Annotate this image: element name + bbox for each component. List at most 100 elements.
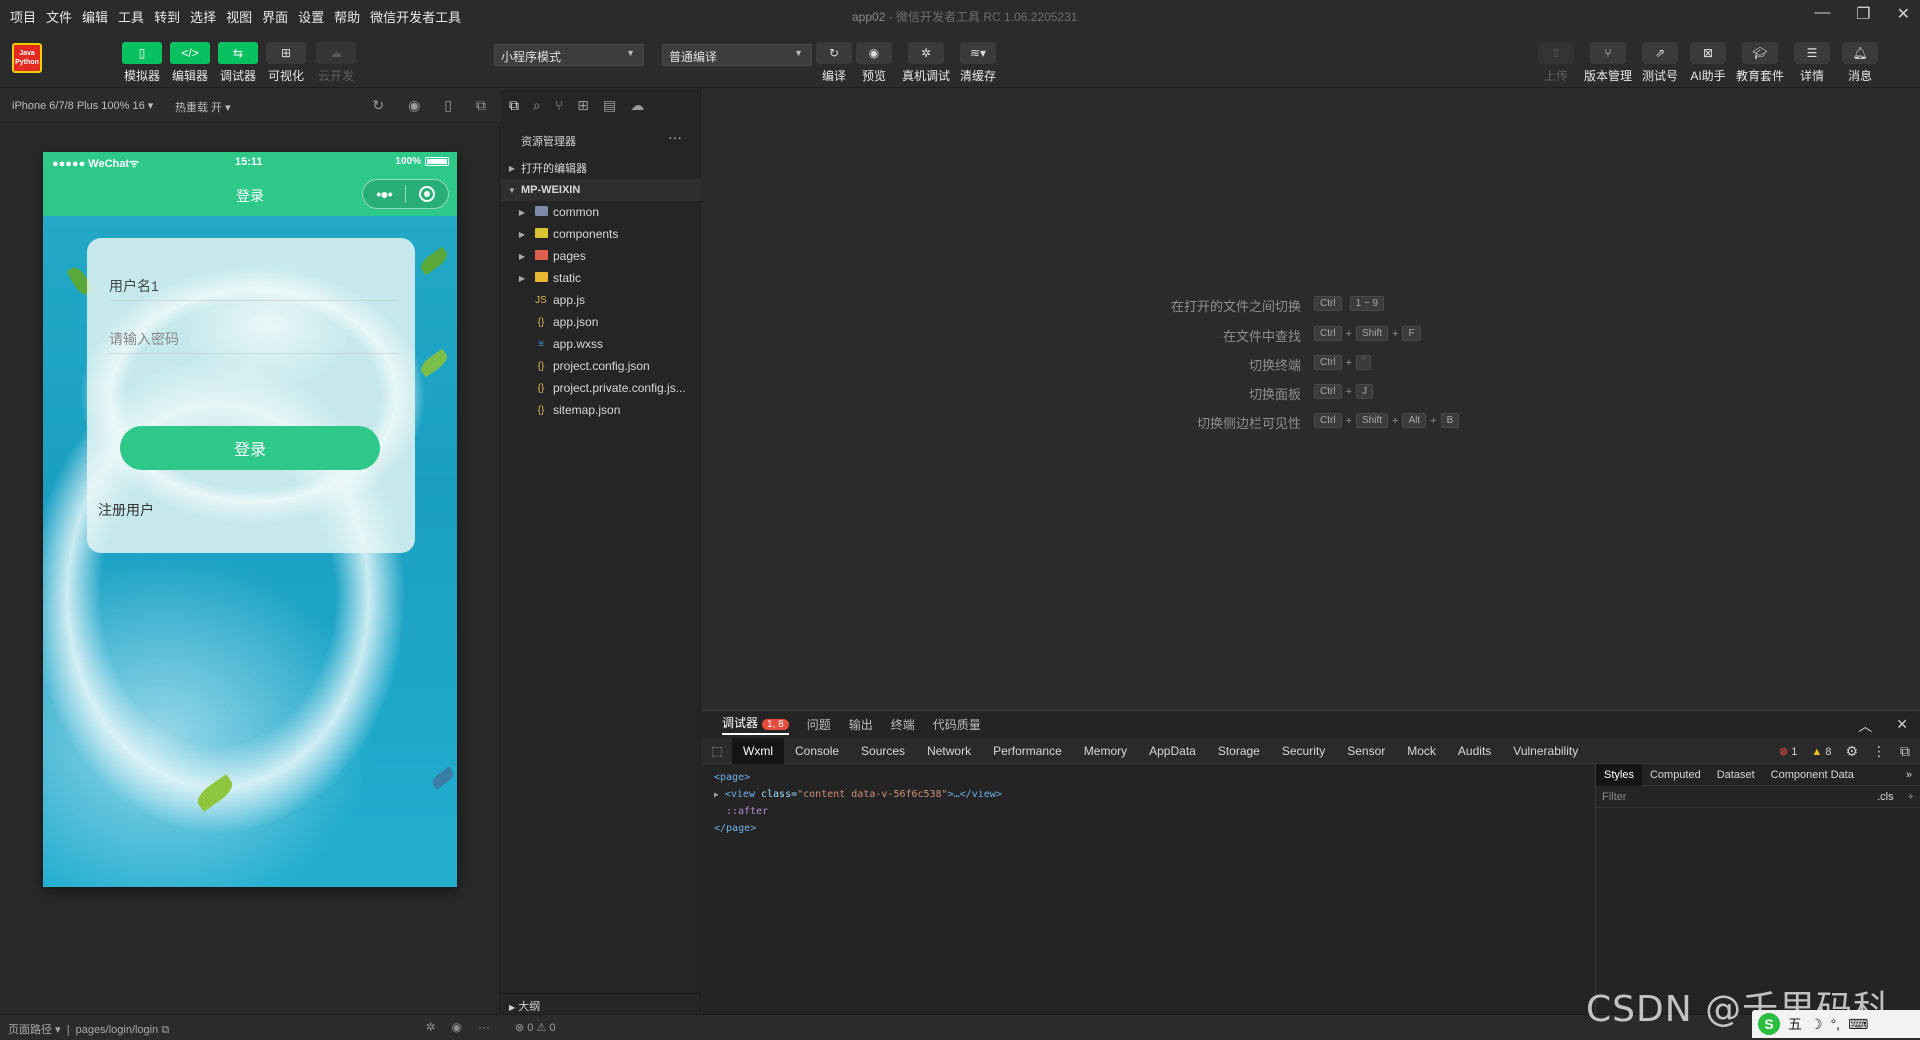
- clear-cache-button[interactable]: ≋▾ 清缓存: [956, 42, 1000, 84]
- devtools-tab-performance[interactable]: Performance: [982, 738, 1073, 764]
- wxml-node-view[interactable]: ▶ <view class="content data-v-56f6c538">…: [714, 786, 1002, 803]
- ime-mode[interactable]: 五: [1788, 1014, 1802, 1034]
- close-icon[interactable]: ✕: [1896, 716, 1908, 736]
- messages-button[interactable]: 🔔︎ 消息: [1838, 42, 1882, 84]
- edu-button[interactable]: 🎓︎ 教育套件: [1736, 42, 1784, 84]
- test-account-button[interactable]: ⇗ 测试号: [1638, 42, 1682, 84]
- file-item[interactable]: {} project.config.json: [501, 355, 701, 377]
- file-item[interactable]: {} app.json: [501, 311, 701, 333]
- file-item[interactable]: {} project.private.config.js...: [501, 377, 701, 399]
- menu-select[interactable]: 选择: [190, 7, 216, 26]
- devtools-tab-appdata[interactable]: AppData: [1138, 738, 1207, 764]
- file-item[interactable]: ▶ static: [501, 267, 701, 289]
- devtools-tab-storage[interactable]: Storage: [1207, 738, 1271, 764]
- tab-problems[interactable]: 问题: [807, 716, 831, 733]
- ai-button[interactable]: ⊠ AI助手: [1686, 42, 1730, 84]
- devtools-tab-network[interactable]: Network: [916, 738, 982, 764]
- phone-simulator[interactable]: ●●●●● WeChatᯤ 15:11 100% 登录 •●• 用户名1 请输入…: [43, 152, 457, 887]
- menu-edit[interactable]: 编辑: [82, 7, 108, 26]
- menu-file[interactable]: 文件: [46, 7, 72, 26]
- phone-icon[interactable]: ▯: [444, 97, 452, 114]
- filter-input[interactable]: Filter: [1602, 791, 1626, 803]
- devtools-tab-mock[interactable]: Mock: [1396, 738, 1447, 764]
- add-rule-button[interactable]: +: [1908, 791, 1914, 803]
- tab-debugger[interactable]: 调试器 1, 8: [722, 714, 789, 735]
- tab-component-data[interactable]: Component Data: [1763, 764, 1862, 786]
- file-item[interactable]: {} sitemap.json: [501, 399, 701, 421]
- version-button[interactable]: ⑂ 版本管理: [1584, 42, 1632, 84]
- open-editors-section[interactable]: ▶ 打开的编辑器: [501, 157, 701, 179]
- menu-tools[interactable]: 工具: [118, 7, 144, 26]
- storage-icon[interactable]: ▤: [603, 97, 616, 115]
- username-input[interactable]: 用户名1: [109, 276, 399, 296]
- docker-icon[interactable]: ☁: [630, 97, 644, 115]
- password-input[interactable]: 请输入密码: [109, 329, 399, 349]
- close-miniprogram-button[interactable]: [406, 186, 448, 202]
- menu-help[interactable]: 帮助: [334, 7, 360, 26]
- details-button[interactable]: ☰ 详情: [1790, 42, 1834, 84]
- cloud-button[interactable]: ☁ 云开发: [311, 42, 361, 84]
- chevron-up-icon[interactable]: ︿: [1858, 716, 1872, 736]
- simulator-button[interactable]: ▯ 模拟器: [117, 42, 167, 84]
- login-button[interactable]: 登录: [120, 426, 380, 470]
- compile-select[interactable]: 普通编译 ▼: [662, 44, 812, 66]
- visual-button[interactable]: ⊞ 可视化: [261, 42, 311, 84]
- wxml-node-page-close[interactable]: </page>: [714, 820, 1002, 837]
- tab-terminal[interactable]: 终端: [891, 716, 915, 733]
- minimize-icon[interactable]: —: [1814, 4, 1830, 24]
- debugger-button[interactable]: ⇆ 调试器: [213, 42, 263, 84]
- file-item[interactable]: ▶ components: [501, 223, 701, 245]
- tab-computed[interactable]: Computed: [1642, 764, 1709, 786]
- tab-code-quality[interactable]: 代码质量: [933, 716, 981, 733]
- devtools-tab-memory[interactable]: Memory: [1073, 738, 1138, 764]
- tab-dataset[interactable]: Dataset: [1709, 764, 1763, 786]
- restore-icon[interactable]: ❐: [1856, 4, 1870, 24]
- devtools-tab-sources[interactable]: Sources: [850, 738, 916, 764]
- outline-section[interactable]: ▶ 大纲: [501, 993, 701, 1014]
- eye-icon[interactable]: ◉: [452, 1020, 462, 1034]
- project-section[interactable]: ▼ MP-WEIXIN: [501, 179, 701, 201]
- devtools-tab-audits[interactable]: Audits: [1447, 738, 1502, 764]
- hot-reload-toggle[interactable]: 热重载 开 ▾: [175, 99, 231, 115]
- extensions-icon[interactable]: ⊞: [577, 97, 589, 115]
- gear-icon[interactable]: ⚙: [1845, 743, 1858, 760]
- moon-icon[interactable]: ☽: [1810, 1016, 1823, 1033]
- device-select[interactable]: iPhone 6/7/8 Plus 100% 16 ▾: [12, 99, 153, 112]
- bug-icon[interactable]: ✲: [425, 1020, 435, 1034]
- preview-button[interactable]: ◉ 预览: [852, 42, 896, 84]
- menu-project[interactable]: 项目: [10, 7, 36, 26]
- cls-button[interactable]: .cls: [1877, 791, 1894, 803]
- wxml-pseudo-after[interactable]: ::after: [714, 803, 1002, 820]
- devtools-tab-console[interactable]: Console: [784, 738, 850, 764]
- remote-debug-button[interactable]: ✲ 真机调试: [902, 42, 950, 84]
- file-item[interactable]: ≡ app.wxss: [501, 333, 701, 355]
- menu-interface[interactable]: 界面: [262, 7, 288, 26]
- keyboard-icon[interactable]: ⌨: [1848, 1016, 1868, 1033]
- editor-button[interactable]: </> 编辑器: [165, 42, 215, 84]
- devtools-tab-wxml[interactable]: Wxml: [732, 737, 784, 764]
- more-icon[interactable]: ···: [668, 129, 682, 145]
- devtools-tab-security[interactable]: Security: [1271, 738, 1336, 764]
- menu-wechat-devtools[interactable]: 微信开发者工具: [370, 7, 461, 26]
- more-icon[interactable]: ···: [478, 1020, 490, 1034]
- expand-icon[interactable]: ▶: [714, 790, 719, 799]
- file-item[interactable]: JS app.js: [501, 289, 701, 311]
- search-icon[interactable]: ⌕: [533, 97, 541, 115]
- menu-settings[interactable]: 设置: [298, 7, 324, 26]
- menu-goto[interactable]: 转到: [154, 7, 180, 26]
- branch-icon[interactable]: ⑂: [555, 97, 563, 115]
- kebab-icon[interactable]: ⋮: [1872, 743, 1886, 760]
- compile-button[interactable]: ↻ 编译: [812, 42, 856, 84]
- tab-output[interactable]: 输出: [849, 716, 873, 733]
- ime-logo-icon[interactable]: S: [1758, 1013, 1780, 1035]
- menu-view[interactable]: 视图: [226, 7, 252, 26]
- more-icon[interactable]: •●•: [363, 186, 405, 202]
- problems-count[interactable]: ⊗ 0 ⚠ 0: [515, 1021, 555, 1034]
- copy-icon[interactable]: ⧉: [161, 1024, 169, 1036]
- wxml-node-page-open[interactable]: <page>: [714, 769, 1002, 786]
- record-icon[interactable]: ◉: [408, 97, 420, 114]
- file-item[interactable]: ▶ pages: [501, 245, 701, 267]
- rotate-icon[interactable]: ↻: [372, 97, 384, 114]
- upload-button[interactable]: ⇪ 上传: [1534, 42, 1578, 84]
- page-path-select[interactable]: 页面路径 ▾: [8, 1024, 61, 1036]
